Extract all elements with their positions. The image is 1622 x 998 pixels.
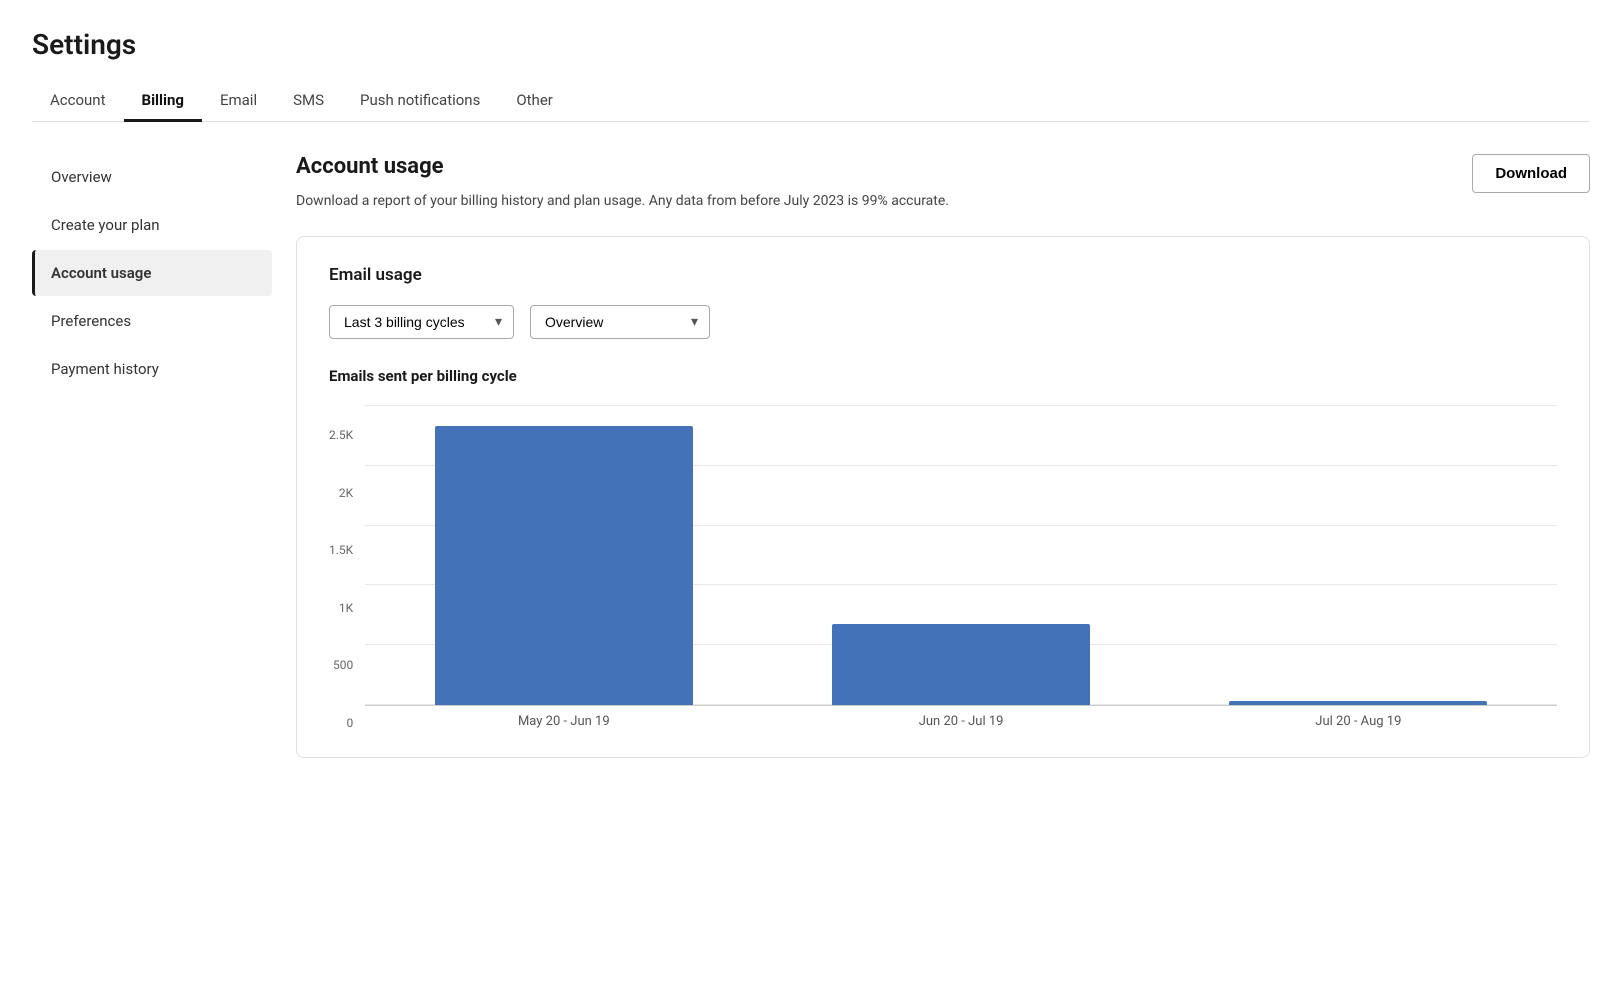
chart-area: 2.5K 2K 1.5K 1K 500 0 bbox=[329, 405, 1557, 729]
tabs-bar: Account Billing Email SMS Push notificat… bbox=[32, 81, 1590, 122]
bar-jul bbox=[1229, 701, 1487, 706]
section-header-text: Account usage Download a report of your … bbox=[296, 154, 949, 212]
y-axis: 2.5K 2K 1.5K 1K 500 0 bbox=[329, 429, 365, 729]
x-label-may: May 20 - Jun 19 bbox=[365, 714, 762, 729]
x-labels: May 20 - Jun 19 Jun 20 - Jul 19 Jul 20 -… bbox=[365, 714, 1557, 729]
page-title: Settings bbox=[32, 28, 1590, 61]
filters: Last 3 billing cycles Last 6 billing cyc… bbox=[329, 305, 1557, 339]
tab-other[interactable]: Other bbox=[498, 81, 571, 122]
section-title: Account usage bbox=[296, 154, 949, 179]
section-description: Download a report of your billing histor… bbox=[296, 191, 949, 212]
download-button[interactable]: Download bbox=[1472, 154, 1590, 193]
tab-account[interactable]: Account bbox=[32, 81, 124, 122]
view-filter[interactable]: Overview Detail bbox=[530, 305, 710, 339]
bar-jun bbox=[832, 624, 1090, 705]
section-header: Account usage Download a report of your … bbox=[296, 154, 1590, 212]
bar-may bbox=[435, 426, 693, 705]
sidebar-item-account-usage[interactable]: Account usage bbox=[32, 250, 272, 296]
billing-cycle-filter[interactable]: Last 3 billing cycles Last 6 billing cyc… bbox=[329, 305, 514, 339]
y-label-1500: 1.5K bbox=[329, 544, 353, 556]
card-title: Email usage bbox=[329, 265, 1557, 285]
tab-email[interactable]: Email bbox=[202, 81, 275, 122]
bar-group-jul bbox=[1160, 405, 1557, 705]
chart-body: May 20 - Jun 19 Jun 20 - Jul 19 Jul 20 -… bbox=[365, 405, 1557, 729]
tab-sms[interactable]: SMS bbox=[275, 81, 342, 122]
y-label-0: 0 bbox=[346, 717, 353, 729]
chart-section: Emails sent per billing cycle 2.5K 2K 1.… bbox=[329, 367, 1557, 729]
bar-group-jun bbox=[762, 405, 1159, 705]
x-axis-line bbox=[365, 705, 1557, 706]
billing-cycle-select[interactable]: Last 3 billing cycles Last 6 billing cyc… bbox=[329, 305, 514, 339]
y-label-500: 500 bbox=[333, 659, 353, 671]
tab-billing[interactable]: Billing bbox=[124, 81, 202, 122]
sidebar-item-payment-history[interactable]: Payment history bbox=[32, 346, 272, 392]
y-label-2500: 2.5K bbox=[329, 429, 353, 441]
sidebar-item-preferences[interactable]: Preferences bbox=[32, 298, 272, 344]
bars-container bbox=[365, 405, 1557, 705]
chart-title: Emails sent per billing cycle bbox=[329, 367, 1557, 385]
bar-group-may bbox=[365, 405, 762, 705]
main-content: Account usage Download a report of your … bbox=[272, 154, 1590, 798]
email-usage-card: Email usage Last 3 billing cycles Last 6… bbox=[296, 236, 1590, 758]
tab-push-notifications[interactable]: Push notifications bbox=[342, 81, 498, 122]
view-select[interactable]: Overview Detail bbox=[530, 305, 710, 339]
x-label-jun: Jun 20 - Jul 19 bbox=[762, 714, 1159, 729]
y-label-1000: 1K bbox=[339, 602, 353, 614]
page-header: Settings Account Billing Email SMS Push … bbox=[0, 0, 1622, 122]
sidebar-item-overview[interactable]: Overview bbox=[32, 154, 272, 200]
x-label-jul: Jul 20 - Aug 19 bbox=[1160, 714, 1557, 729]
sidebar-item-create-plan[interactable]: Create your plan bbox=[32, 202, 272, 248]
sidebar: Overview Create your plan Account usage … bbox=[32, 154, 272, 798]
main-layout: Overview Create your plan Account usage … bbox=[0, 122, 1622, 798]
y-label-2000: 2K bbox=[339, 487, 353, 499]
